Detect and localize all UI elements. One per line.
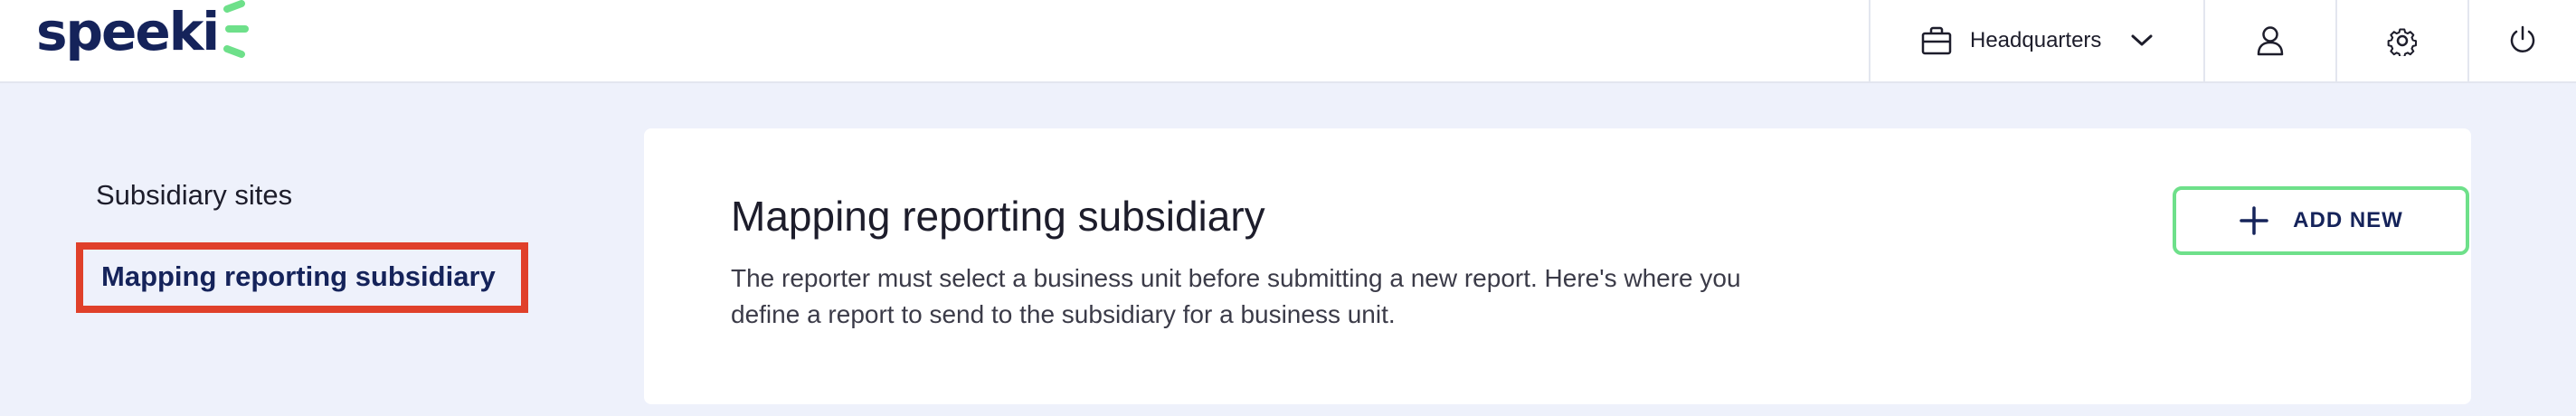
chevron-down-icon [2131,34,2153,46]
page-description: The reporter must select a business unit… [731,264,1741,328]
logo-wordmark: speeki [36,1,220,62]
header-actions: Headquarters [1869,0,2576,81]
plus-icon [2240,206,2268,235]
settings-button[interactable] [2335,0,2467,81]
logout-button[interactable] [2467,0,2576,81]
top-bar: speeki Headquarters [0,0,2576,83]
sidebar-item-subsidiary-sites[interactable]: Subsidiary sites [76,172,528,219]
location-selector-label: Headquarters [1970,28,2102,52]
user-profile-button[interactable] [2203,0,2335,81]
briefcase-icon [1921,26,1952,55]
sidebar-item-mapping-reporting-subsidiary[interactable]: Mapping reporting subsidiary [76,242,528,313]
power-icon [2510,25,2535,52]
gear-icon [2387,28,2418,56]
page-title: Mapping reporting subsidiary [731,193,1265,240]
add-new-label: ADD NEW [2293,208,2403,232]
sidebar-nav: Subsidiary sites Mapping reporting subsi… [76,172,528,313]
user-icon [2257,26,2284,56]
speeki-logo[interactable]: speeki [36,0,254,63]
add-new-button[interactable]: ADD NEW [2173,186,2469,255]
main-card: Mapping reporting subsidiary The reporte… [644,128,2471,404]
logo-sound-waves-icon [223,0,250,58]
location-selector[interactable]: Headquarters [1869,0,2203,81]
